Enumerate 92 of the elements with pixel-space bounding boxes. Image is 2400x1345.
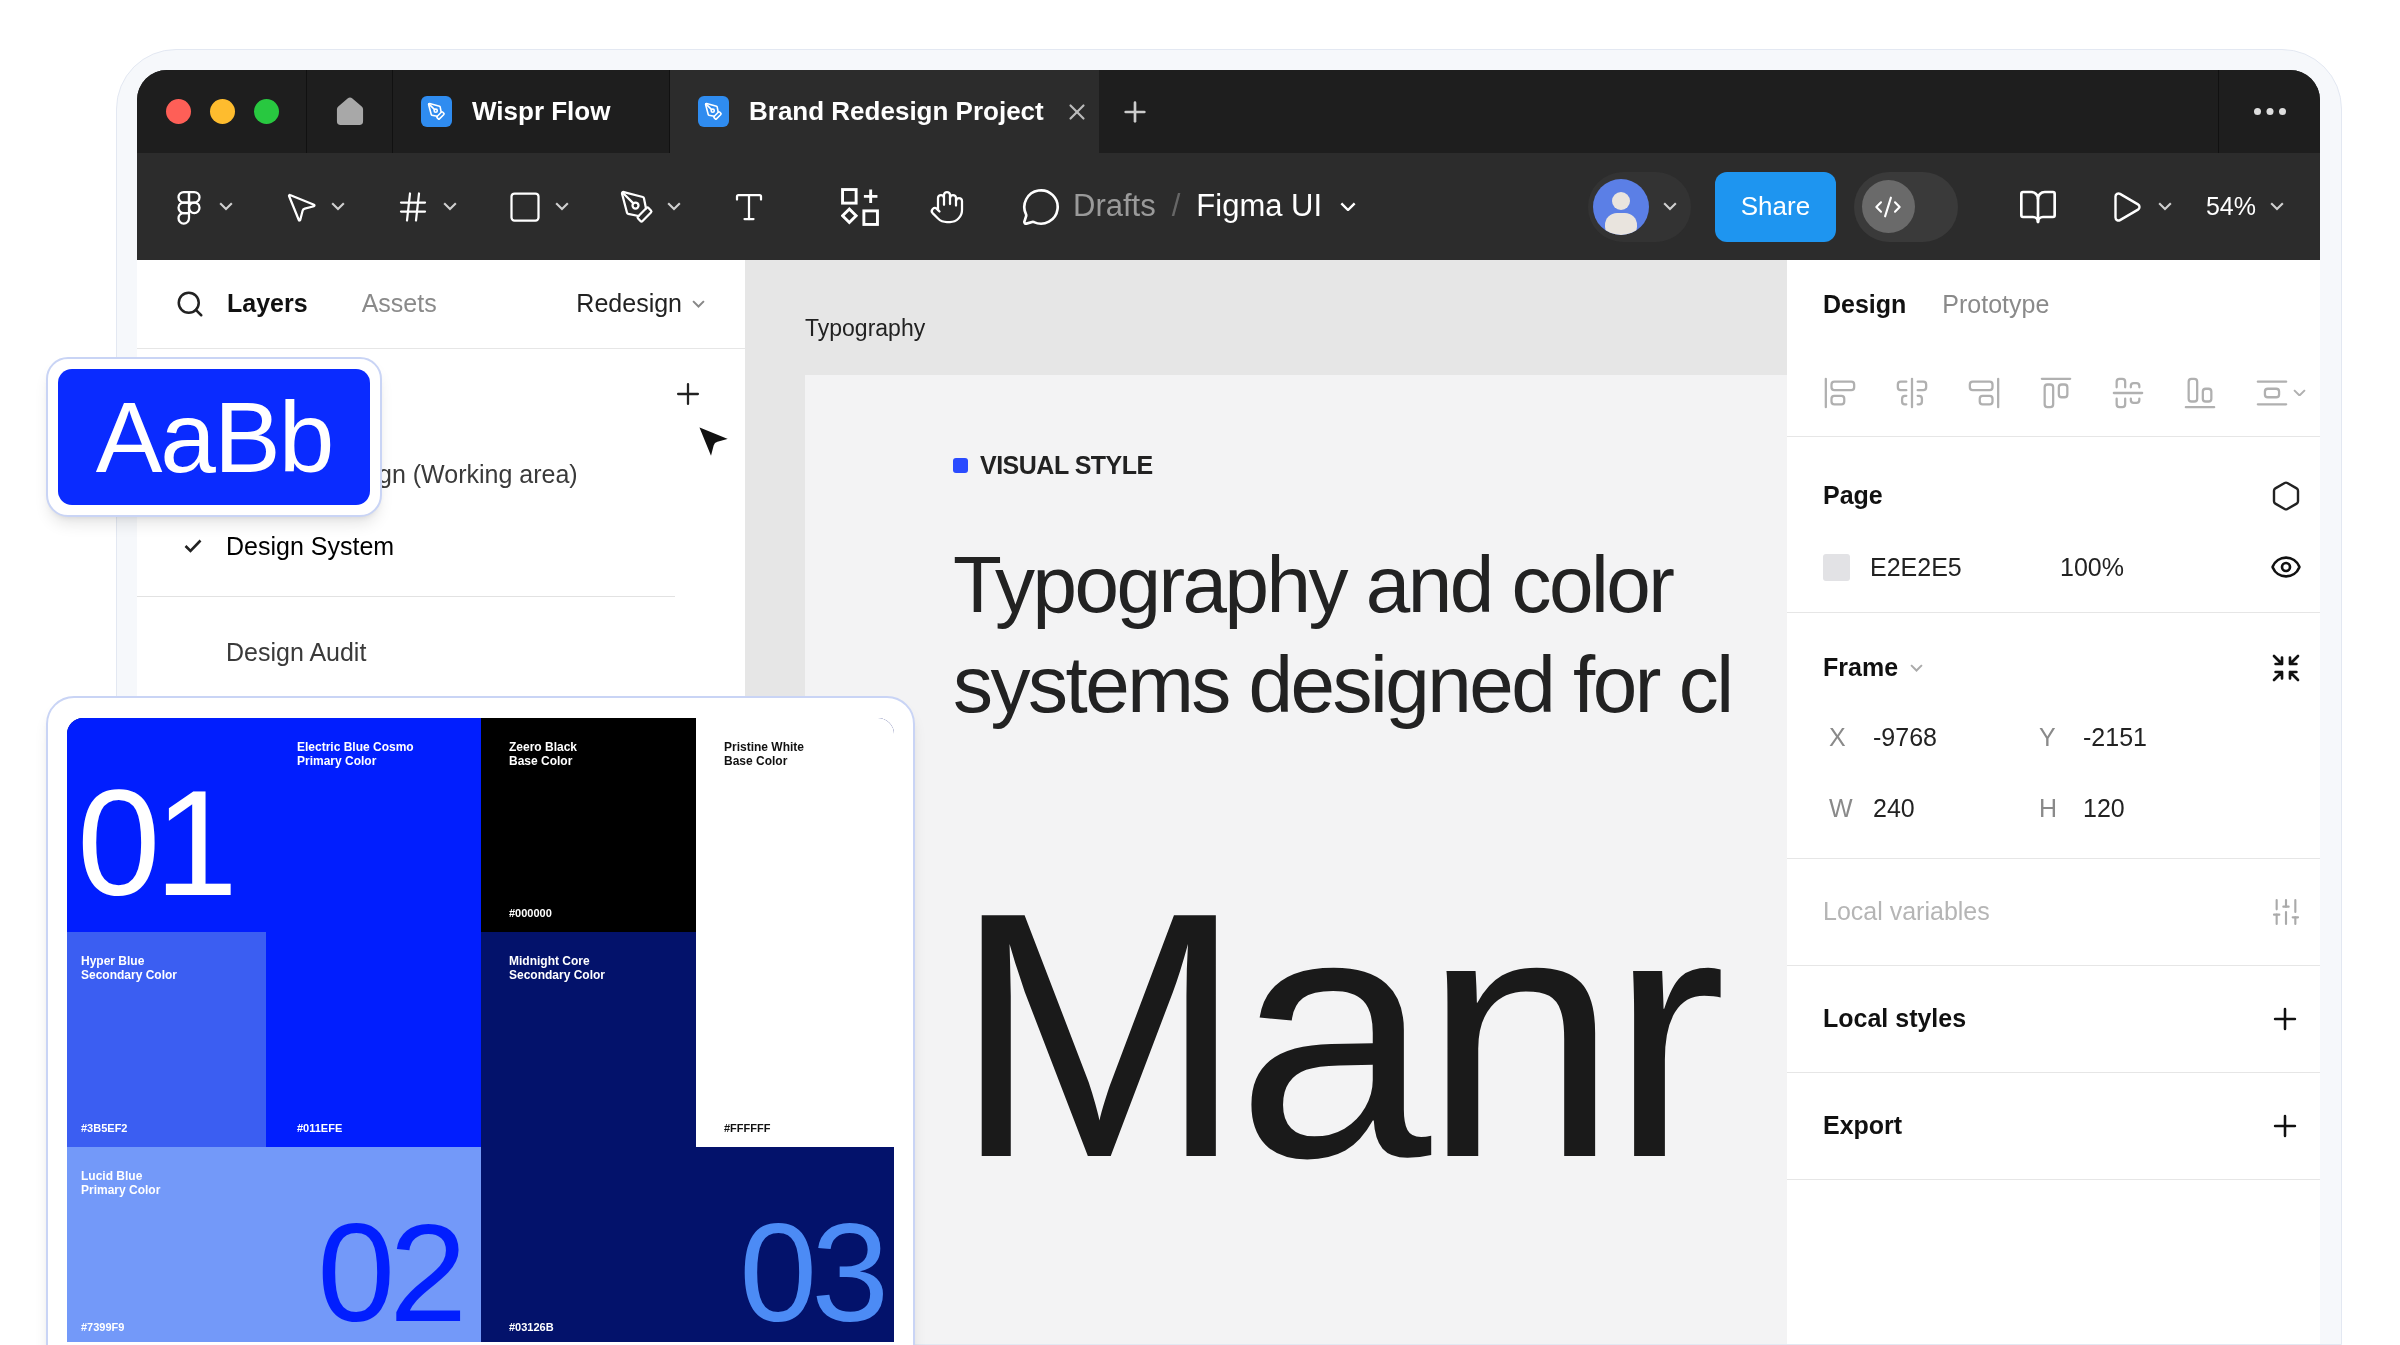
avatar [1592,178,1649,235]
zoom-menu[interactable]: 54% [2205,187,2284,226]
chevron-down-icon [555,202,569,211]
chevron-down-icon [219,202,233,211]
dimension-field[interactable]: H 120 [2033,790,2243,828]
panel-tab[interactable]: Layers [227,285,308,323]
file-icon [698,96,729,127]
square-bullet-icon [953,458,968,474]
color-name: Lucid Blue [81,1169,143,1183]
color-role: Primary Color [81,1183,161,1197]
section-title: Local styles [1823,1002,1967,1034]
opacity-field[interactable]: 100% [2060,548,2124,586]
align-bottom-icon [2183,375,2217,410]
align-top-icon [2039,375,2073,410]
section-title: Page [1823,480,1883,511]
field-label: H [2039,793,2059,824]
more-button[interactable] [2253,108,2286,115]
chevron-down-icon [2157,202,2172,211]
tab-label: Wispr Flow [472,95,611,128]
hand-icon [929,188,965,225]
type-specimen: Manr [953,838,1719,1230]
field-value: -9768 [1873,721,1937,753]
align-middle-icon [2111,375,2145,410]
hex-code: #03126B [509,1321,554,1334]
folder-link[interactable]: Drafts [1073,183,1156,230]
eyebrow-text: VISUAL STYLE [980,450,1153,481]
pen-icon [619,188,655,225]
color-role: Secondary Color [81,968,178,982]
color-role: Primary Color [297,754,377,768]
field-value: -2151 [2083,721,2147,753]
swatch-number: 03 [739,1218,883,1328]
type-sample: AaBb [95,382,333,492]
color-name: Hyper Blue [81,954,145,968]
color-role: Secondary Color [509,968,606,982]
tab-label: Brand Redesign Project [749,95,1044,128]
swatch-number: 01 [77,768,232,918]
headline-line: systems designed for cl [953,638,1733,731]
hex-code: #000000 [509,907,552,920]
fill-swatch[interactable] [1823,553,1850,581]
chevron-down-icon [443,202,457,211]
align-left-icon [1823,375,1857,410]
dimension-field[interactable]: Y -2151 [2033,718,2243,756]
pen-tool[interactable] [619,188,681,225]
chevron-down-icon [1910,663,1924,672]
chevron-down-icon [667,202,681,211]
chevron-down-icon [692,300,705,308]
color-name: Zeero Black [509,740,578,754]
panel-tab[interactable]: Design [1823,285,1907,324]
chevron-down-icon [1662,202,1677,211]
hex-code: #FFFFFF [724,1122,771,1135]
color-role: Base Color [509,754,573,768]
color-role: Base Color [724,754,788,768]
color-name: Midnight Core [509,954,590,968]
breadcrumb-separator: / [1171,187,1181,226]
check-icon [184,539,202,553]
dimension-field[interactable]: X -9768 [1823,718,2033,756]
field-label: Y [2039,721,2057,753]
more-icon [2253,108,2286,115]
page-item[interactable]: Design Audit [226,637,367,667]
page-item[interactable]: Design System [226,531,395,561]
page-menu[interactable]: Redesign [576,285,705,323]
file-tab[interactable]: Brand Redesign Project [670,70,1099,153]
hex-code: #011EFE [297,1122,343,1135]
field-label: X [1829,721,1847,753]
headline-line: Typography and color [953,538,1674,631]
field-value: 120 [2083,793,2125,824]
shapes-plus-icon [841,187,879,226]
chevron-down-icon [2270,202,2284,211]
color-name: Electric Blue Cosmo [297,740,414,754]
components-tool[interactable] [841,187,879,226]
align-right-icon [1967,375,2001,410]
frame-label: Typography [805,313,926,343]
frame-menu[interactable]: Frame [1823,649,1924,687]
color-name: Pristine White [724,740,804,754]
field-value: 240 [1873,793,1915,824]
chevron-down-icon [331,202,345,211]
section-title: Local variables [1823,895,1990,927]
file-name-menu[interactable]: Figma UI [1196,183,1357,230]
hand-tool[interactable] [929,188,965,225]
align-center-icon [1895,375,1929,410]
hexagon-icon [2270,479,2302,512]
file-icon [421,96,452,127]
hex-code: #7399F9 [81,1321,125,1334]
fill-hex-field[interactable]: E2E2E5 [1870,548,2060,586]
dimension-field[interactable]: W 240 [1823,790,2033,828]
chevron-down-icon [1340,201,1357,212]
chevron-down-icon [2293,388,2306,397]
swatch-number: 02 [317,1218,461,1328]
search-icon [175,289,205,319]
comment-icon [1021,186,1061,227]
hex-code: #3B5EF2 [81,1122,128,1135]
section-title: Export [1823,1109,1903,1141]
